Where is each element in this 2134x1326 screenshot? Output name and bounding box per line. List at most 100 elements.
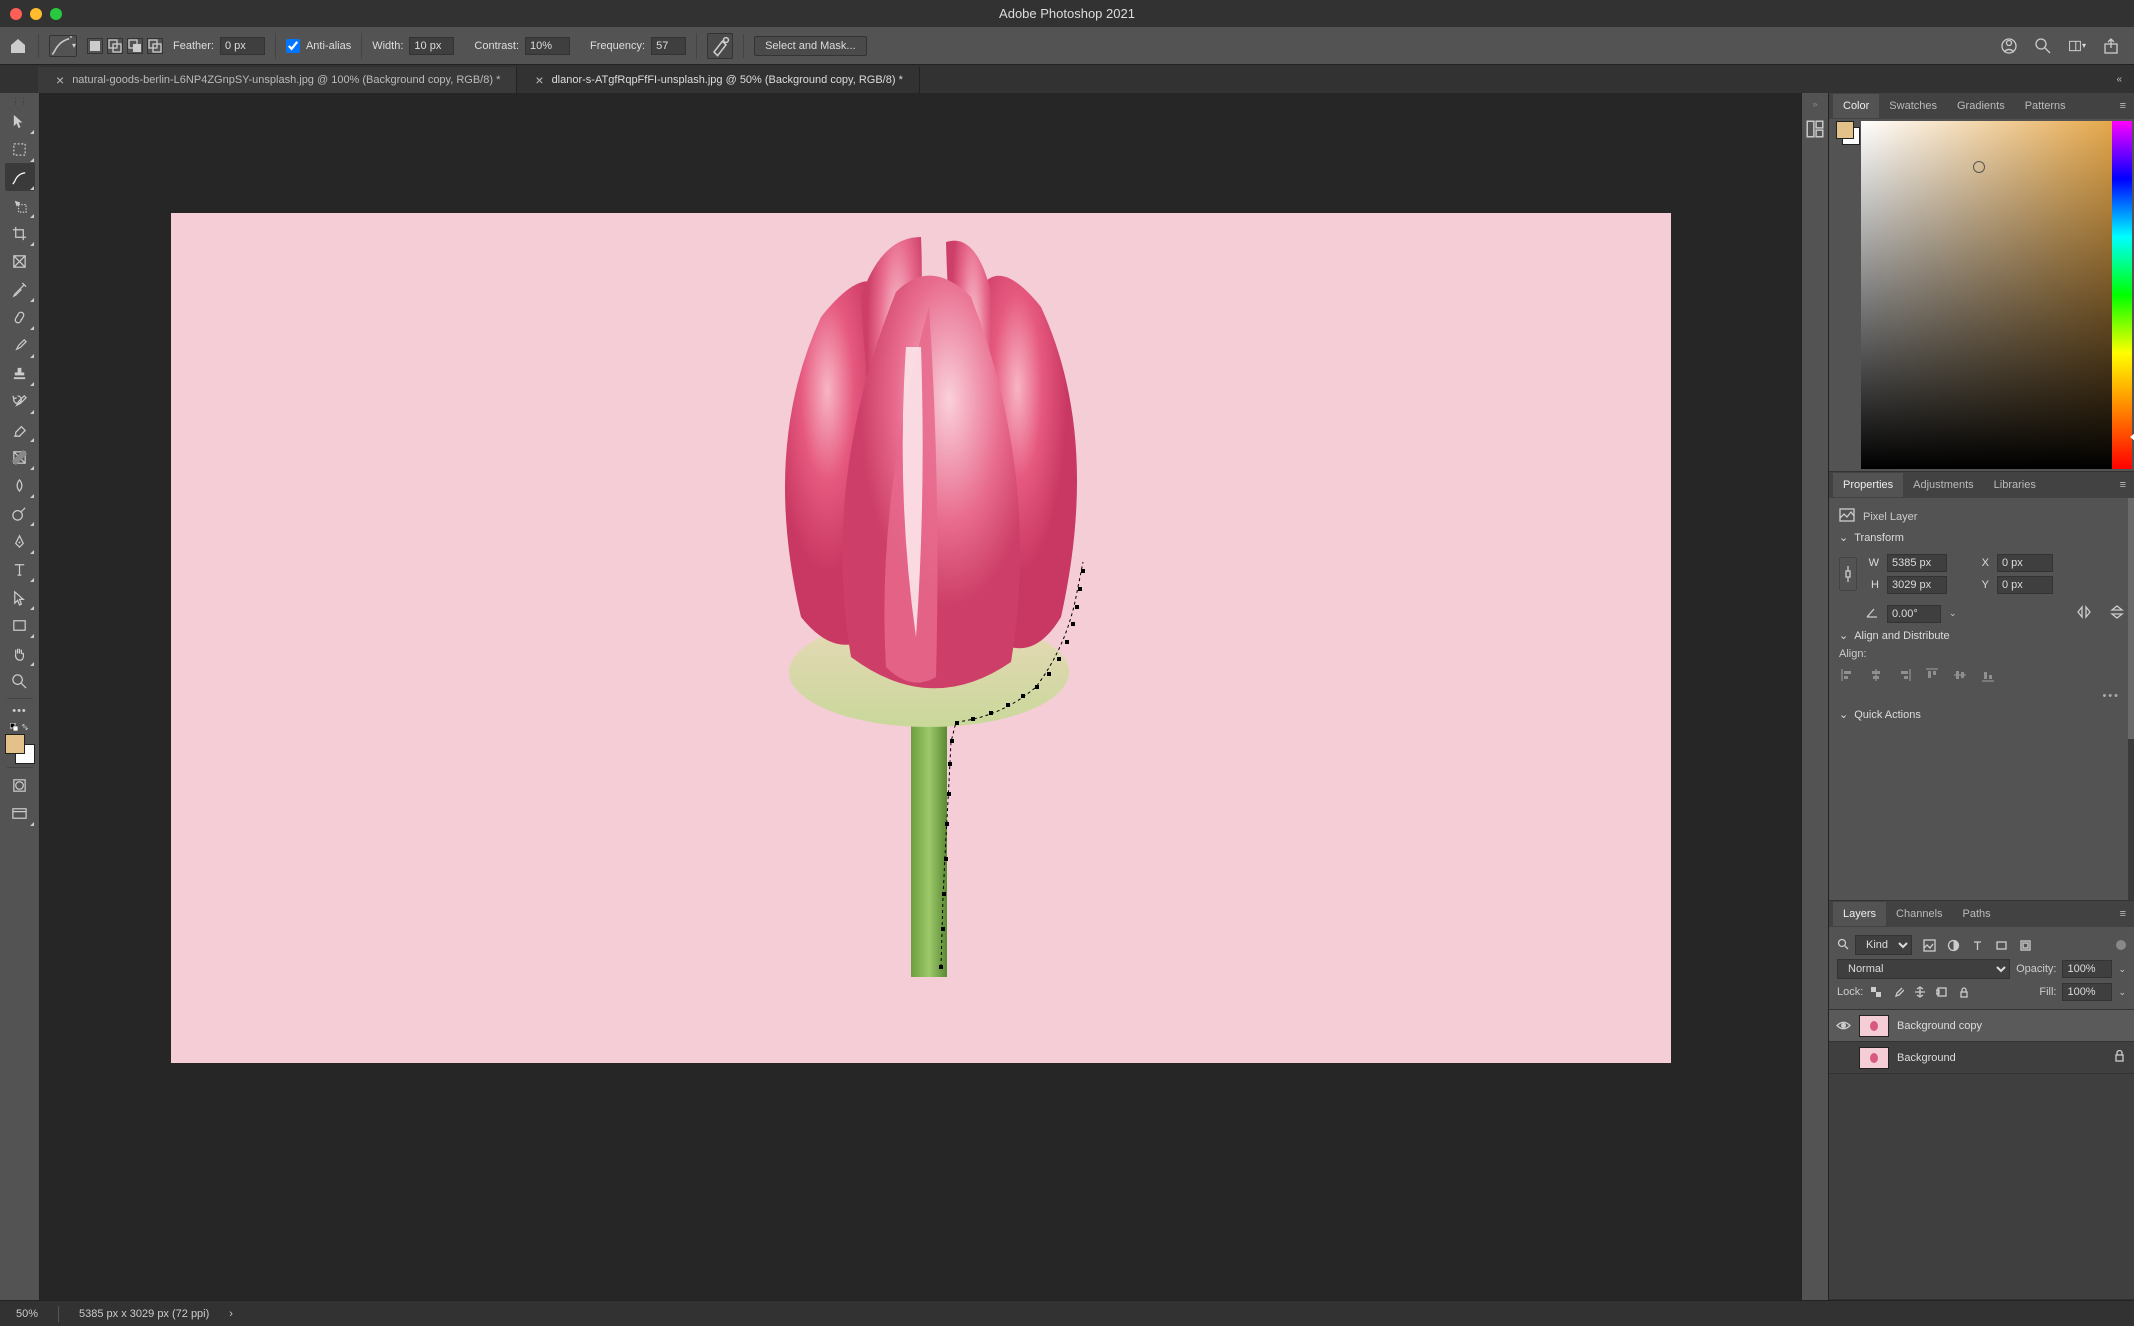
zoom-level[interactable]: 50%	[16, 1308, 38, 1320]
flip-h-icon[interactable]	[2076, 605, 2092, 622]
layer-name-0[interactable]: Background copy	[1897, 1020, 2128, 1032]
tab-close-0[interactable]: ×	[56, 72, 64, 88]
doc-dimensions[interactable]: 5385 px x 3029 px (72 ppi)	[79, 1308, 209, 1320]
filter-type[interactable]	[1970, 938, 1984, 952]
align-top[interactable]	[1923, 666, 1941, 684]
angle-input[interactable]	[1887, 605, 1941, 623]
align-section-head[interactable]: Align and Distribute	[1839, 629, 2124, 642]
selection-subtract[interactable]	[127, 38, 143, 54]
layer-row-0[interactable]: Background copy	[1829, 1010, 2134, 1042]
align-hcenter[interactable]	[1867, 666, 1885, 684]
color-field[interactable]	[1861, 121, 2112, 469]
lock-position[interactable]	[1913, 985, 1927, 999]
select-and-mask-button[interactable]: Select and Mask...	[754, 36, 867, 56]
flip-v-icon[interactable]	[2110, 604, 2124, 623]
dodge-tool[interactable]	[5, 499, 35, 527]
home-button[interactable]	[8, 37, 28, 55]
brush-tool[interactable]	[5, 331, 35, 359]
layer-visibility-0[interactable]	[1835, 1018, 1851, 1034]
crop-tool[interactable]	[5, 219, 35, 247]
transform-section-head[interactable]: Transform	[1839, 531, 2124, 544]
layer-lock-1[interactable]	[2114, 1050, 2128, 1065]
stamp-tool[interactable]	[5, 359, 35, 387]
color-panel-menu[interactable]: ≡	[2120, 100, 2134, 112]
layer-name-1[interactable]: Background	[1897, 1052, 2106, 1064]
color-panel-chips[interactable]	[1836, 121, 1860, 145]
layer-row-1[interactable]: Background	[1829, 1042, 2134, 1074]
quick-actions-head[interactable]: Quick Actions	[1839, 708, 2124, 721]
tab-layers[interactable]: Layers	[1833, 902, 1886, 926]
hue-slider[interactable]	[2112, 121, 2132, 469]
tab-patterns[interactable]: Patterns	[2015, 94, 2076, 118]
w-input[interactable]	[1887, 554, 1947, 572]
path-select-tool[interactable]	[5, 583, 35, 611]
color-chips[interactable]	[5, 734, 35, 764]
fill-dropdown[interactable]: ⌄	[2118, 987, 2126, 998]
status-chevron[interactable]: ›	[229, 1308, 233, 1320]
eraser-tool[interactable]	[5, 415, 35, 443]
tab-libraries[interactable]: Libraries	[1984, 473, 2046, 497]
tab-color[interactable]: Color	[1833, 94, 1879, 118]
gradient-tool[interactable]	[5, 443, 35, 471]
pen-pressure-toggle[interactable]	[707, 33, 733, 59]
angle-dropdown[interactable]: ⌄	[1949, 608, 1957, 619]
h-input[interactable]	[1887, 576, 1947, 594]
panel-fg-color[interactable]	[1836, 121, 1854, 139]
shape-tool[interactable]	[5, 611, 35, 639]
screen-mode-toggle[interactable]	[5, 799, 35, 827]
move-tool[interactable]	[5, 107, 35, 135]
lock-transparency[interactable]	[1869, 985, 1883, 999]
lock-artboard[interactable]	[1935, 985, 1949, 999]
eyedropper-tool[interactable]	[5, 275, 35, 303]
props-scrollbar[interactable]	[2128, 498, 2134, 900]
pen-tool[interactable]	[5, 527, 35, 555]
cloud-docs-icon[interactable]	[2000, 37, 2018, 55]
selection-intersect[interactable]	[147, 38, 163, 54]
color-indicator[interactable]	[1973, 161, 1985, 173]
blur-tool[interactable]	[5, 471, 35, 499]
quick-mask-toggle[interactable]	[5, 771, 35, 799]
feather-input[interactable]	[220, 37, 265, 55]
tab-adjustments[interactable]: Adjustments	[1903, 473, 1984, 497]
foreground-color-chip[interactable]	[5, 734, 25, 754]
filter-toggle[interactable]	[2116, 940, 2126, 950]
filter-pixel[interactable]	[1922, 938, 1936, 952]
minimize-window[interactable]	[30, 8, 42, 20]
default-colors[interactable]	[10, 722, 18, 730]
align-bottom[interactable]	[1979, 666, 1997, 684]
current-tool-icon[interactable]: ▾	[49, 35, 77, 57]
marquee-tool[interactable]	[5, 135, 35, 163]
zoom-window[interactable]	[50, 8, 62, 20]
selection-add[interactable]	[107, 38, 123, 54]
share-icon[interactable]	[2102, 37, 2120, 55]
document-tab-0[interactable]: × natural-goods-berlin-L6NP4ZGnpSY-unspl…	[38, 67, 517, 93]
tab-paths[interactable]: Paths	[1953, 902, 2001, 926]
dock-icon-1[interactable]	[1805, 119, 1825, 139]
lock-all[interactable]	[1957, 985, 1971, 999]
history-brush-tool[interactable]	[5, 387, 35, 415]
canvas-area[interactable]	[40, 93, 1801, 1300]
tab-channels[interactable]: Channels	[1886, 902, 1952, 926]
search-icon[interactable]	[2034, 37, 2052, 55]
align-more[interactable]: •••	[1839, 690, 2124, 702]
opacity-input[interactable]	[2062, 960, 2112, 978]
x-input[interactable]	[1997, 554, 2053, 572]
lock-pixels[interactable]	[1891, 985, 1905, 999]
contrast-input[interactable]	[525, 37, 570, 55]
filter-smart[interactable]	[2018, 938, 2032, 952]
frequency-input[interactable]	[651, 37, 686, 55]
align-vcenter[interactable]	[1951, 666, 1969, 684]
tab-swatches[interactable]: Swatches	[1879, 94, 1947, 118]
layer-visibility-1[interactable]	[1835, 1050, 1851, 1066]
lasso-tool[interactable]	[5, 163, 35, 191]
frame-tool[interactable]	[5, 247, 35, 275]
zoom-tool[interactable]	[5, 667, 35, 695]
healing-tool[interactable]	[5, 303, 35, 331]
layer-filter-kind[interactable]: Kind	[1855, 935, 1912, 955]
tabs-overflow[interactable]: «	[2116, 74, 2134, 85]
opacity-dropdown[interactable]: ⌄	[2118, 964, 2126, 975]
props-panel-menu[interactable]: ≡	[2120, 479, 2134, 491]
layer-thumb-1[interactable]	[1859, 1047, 1889, 1069]
document-canvas[interactable]	[171, 213, 1671, 1063]
layer-filter-icon[interactable]	[1837, 938, 1849, 953]
